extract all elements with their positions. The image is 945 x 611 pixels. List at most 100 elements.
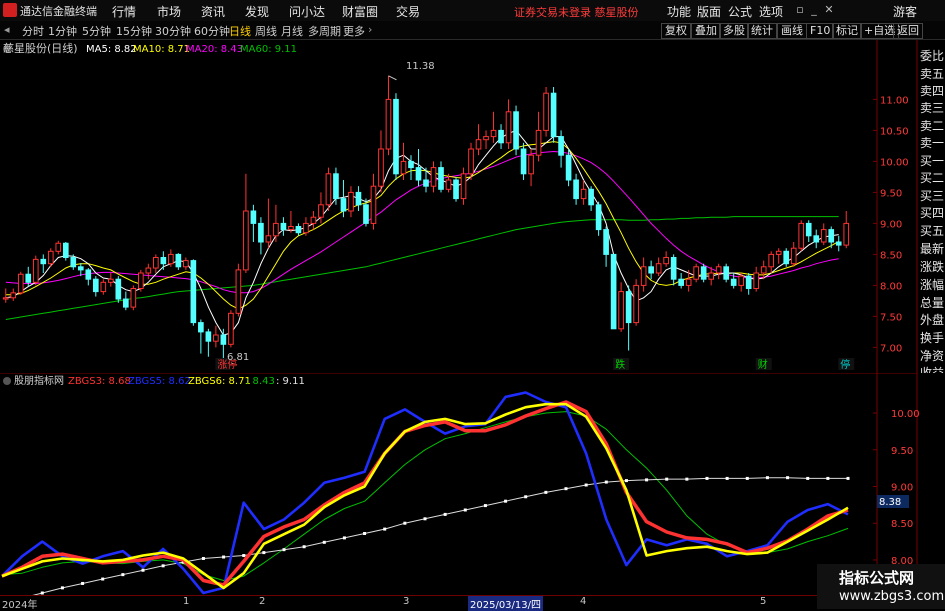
menu-xuanxiang[interactable]: 选项 [759,3,783,20]
sub-y-tick-label: 8.50 [891,519,913,530]
button-biaoji[interactable]: 标记 [832,23,862,39]
sub-line-v5-point [705,476,709,480]
y-tick-label: 10.00 [880,157,909,168]
side-sell4[interactable]: 卖四 [920,82,945,99]
candle-body [438,167,444,190]
tab-1min[interactable]: 1分钟 [48,23,77,39]
side-sell2[interactable]: 卖二 [920,117,945,134]
chevron-right-icon[interactable]: › [368,23,372,36]
tab-weekly[interactable]: 周线 [255,23,277,39]
top-menu-bar: 通达信金融终端 行情 市场 资讯 发现 问小达 财富圈 交易 证券交易未登录 慈… [0,0,945,22]
button-diejia[interactable]: 叠加 [691,23,721,39]
candle-body [708,272,714,280]
tab-5min[interactable]: 5分钟 [82,23,111,39]
candle-body [768,253,775,268]
sub-line-v5-point [423,517,427,521]
side-outer[interactable]: 外盘 [920,311,945,328]
tab-more[interactable]: 更多 [343,23,365,39]
app-logo-icon [3,3,17,17]
candle-body [535,129,542,156]
button-huaxian[interactable]: 画线 [777,23,807,39]
minimize-icon[interactable]: _ [807,3,821,17]
menu-hangqing[interactable]: 行情 [112,3,136,20]
candle-body [805,222,812,237]
close-icon[interactable]: ✕ [822,3,836,17]
sub-line-v5-point [363,532,367,536]
side-weibi[interactable]: 委比 [920,47,945,64]
side-sell3[interactable]: 卖三 [920,99,945,116]
candle-body [453,179,459,200]
indicator-chart[interactable]: 8.008.509.009.5010.00 股朋指标网 ZBGS3: 8.68 … [0,373,945,595]
sub-line-v5-point [201,556,205,560]
side-change-pct[interactable]: 涨幅 [920,276,945,293]
collapse-icon[interactable]: ◂ [4,23,10,36]
candle-body [168,253,174,265]
button-duogu[interactable]: 多股 [719,23,749,39]
button-tongji[interactable]: 统计 [747,23,777,39]
sub-line-v5-point [60,586,64,590]
side-change[interactable]: 涨跌 [920,258,945,275]
event-marker[interactable]: 跌 [615,358,625,371]
tab-60min[interactable]: 60分钟 [194,23,230,39]
side-volume[interactable]: 总量 [920,294,945,311]
event-marker[interactable]: 财 [758,358,768,371]
candle-body [153,257,159,269]
side-buy1[interactable]: 买一 [920,152,945,169]
menu-jiaoyi[interactable]: 交易 [396,3,420,20]
menu-caifuquan[interactable]: 财富圈 [342,3,378,20]
candle-body [790,247,797,265]
sub-line-v5-point [846,476,850,480]
button-fuquan[interactable]: 复权 [661,23,691,39]
tab-15min[interactable]: 15分钟 [116,23,152,39]
menu-wenxiaoda[interactable]: 问小达 [289,3,325,20]
candle-body [648,266,654,274]
event-marker[interactable]: 停 [840,358,850,371]
menu-faxian[interactable]: 发现 [245,3,269,20]
candle-body [370,185,377,224]
menu-shichang[interactable]: 市场 [157,3,181,20]
sub-line-v5-point [81,581,85,585]
candle-body [265,235,272,243]
menu-banmian[interactable]: 版面 [697,3,721,20]
trade-login-warning[interactable]: 证券交易未登录 慈星股份 [514,4,639,20]
candle-body [295,226,302,234]
indicator-toggle-icon[interactable] [3,377,11,385]
y-tick-label: 7.00 [880,343,902,354]
candle-body [775,250,782,255]
tab-30min[interactable]: 30分钟 [155,23,191,39]
tab-multi-period[interactable]: 多周期 [308,23,341,39]
side-buy3[interactable]: 买三 [920,187,945,204]
side-latest[interactable]: 最新 [920,240,945,257]
candle-body [813,235,820,243]
side-turnover[interactable]: 换手 [920,329,945,346]
sub-line-v5-point [584,483,588,487]
tab-monthly[interactable]: 月线 [281,23,303,39]
tab-fenshi[interactable]: 分时 [22,23,44,39]
sub-y-tick-label: 10.00 [891,409,920,420]
side-buy4[interactable]: 买四 [920,204,945,221]
main-legend-ma10: MA10: 8.71 [133,44,190,55]
side-net-assets[interactable]: 净资 [920,347,945,364]
restore-icon[interactable]: ▫ [793,3,807,17]
candle-body [580,188,587,200]
side-sell5[interactable]: 卖五 [920,65,945,82]
side-sell1[interactable]: 卖一 [920,134,945,151]
main-legend-title: 慈星股份(日线) [3,41,78,55]
menu-zixun[interactable]: 资讯 [201,3,225,20]
candle-body [565,154,572,181]
sub-line-v5-point [383,527,387,531]
side-buy5[interactable]: 买五 [920,222,945,239]
button-back[interactable]: 返回 [893,23,923,39]
candle-body [107,278,114,283]
kline-chart[interactable]: 7.007.508.008.509.009.5010.0010.5011.00 … [0,40,945,373]
button-f10[interactable]: F10 [806,23,835,39]
menu-gongshi[interactable]: 公式 [728,3,752,20]
sub-line-v5-point [282,548,286,552]
candle-body [235,269,242,314]
sub-line-v5-point [483,504,487,508]
side-buy2[interactable]: 买二 [920,169,945,186]
menu-gongneng[interactable]: 功能 [667,3,691,20]
guest-label[interactable]: 游客 [893,3,917,20]
tab-daily[interactable]: 日线 [229,23,251,39]
candle-body [310,216,317,224]
